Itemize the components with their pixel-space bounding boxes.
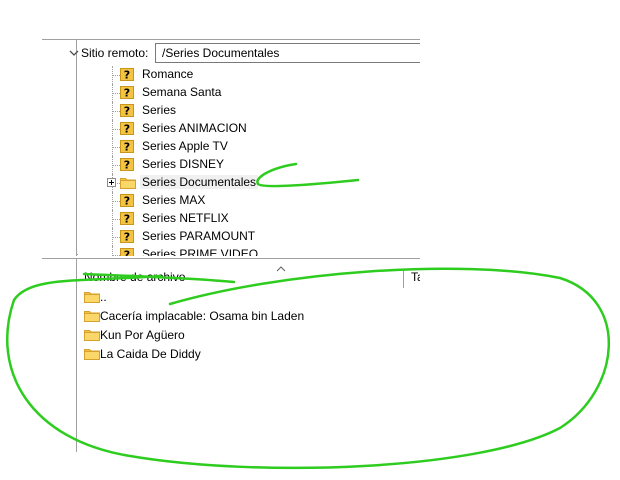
question-folder-icon: ? <box>120 230 134 243</box>
question-folder-icon: ? <box>120 248 134 256</box>
folder-icon <box>84 311 100 322</box>
question-folder-icon: ? <box>120 122 134 135</box>
remote-path-input[interactable]: /Series Documentales <box>155 43 420 63</box>
question-folder-icon: ? <box>120 140 134 153</box>
tree-line <box>112 165 120 166</box>
tree-line <box>112 237 120 238</box>
tree-item[interactable]: ? Semana Santa <box>78 84 420 102</box>
question-folder-icon: ? <box>120 104 134 117</box>
tree-line <box>112 255 120 256</box>
tree-line <box>112 129 120 130</box>
svg-text:?: ? <box>124 123 130 136</box>
file-name: Kun Por Agüero <box>100 328 185 342</box>
tree-item-label: Series <box>142 103 177 117</box>
svg-text:?: ? <box>124 249 130 257</box>
column-header-filename[interactable]: Nombre de archivo <box>84 270 185 284</box>
divider <box>42 39 420 40</box>
folder-icon <box>84 330 100 341</box>
divider <box>42 258 420 259</box>
tree-item[interactable]: Series Documentales <box>78 174 420 192</box>
tree-item-label: Series Documentales <box>140 175 259 189</box>
remote-site-label: Sitio remoto: <box>81 46 149 60</box>
svg-text:?: ? <box>124 231 130 244</box>
divider <box>76 258 77 452</box>
file-name: Cacería implacable: Osama bin Laden <box>100 309 305 323</box>
tree-item-label: Romance <box>142 67 194 81</box>
question-folder-icon: ? <box>120 68 134 81</box>
tree-item[interactable]: ? Series MAX <box>78 192 420 210</box>
tree-line <box>112 201 120 202</box>
folder-icon <box>84 349 100 360</box>
file-row[interactable]: Cacería implacable: Osama bin Laden <box>78 307 420 325</box>
tree-line <box>112 219 120 220</box>
file-list-header: Nombre de archivo Ta <box>78 266 420 288</box>
file-row[interactable]: .. <box>78 288 420 306</box>
tree-item[interactable]: ? Series DISNEY <box>78 156 420 174</box>
tree-item-label: Series NETFLIX <box>142 211 229 225</box>
svg-text:?: ? <box>124 141 130 154</box>
svg-text:?: ? <box>124 105 130 118</box>
remote-directory-tree[interactable]: ? Romance? Semana Santa? Series? Series ANIM… <box>78 64 420 256</box>
question-folder-icon: ? <box>120 158 134 171</box>
tree-line <box>112 111 120 112</box>
file-row[interactable]: Kun Por Agüero <box>78 326 420 344</box>
svg-text:?: ? <box>124 195 130 208</box>
sort-ascending-icon <box>276 266 286 272</box>
question-folder-icon: ? <box>120 194 134 207</box>
tree-line <box>112 93 120 94</box>
remote-file-list[interactable]: Nombre de archivo Ta .. Cacería implacabl… <box>78 262 420 452</box>
expand-toggle-icon[interactable] <box>107 178 116 187</box>
tree-line <box>112 147 120 148</box>
tree-item[interactable]: ? Series NETFLIX <box>78 210 420 228</box>
file-name: La Caida De Diddy <box>100 347 201 361</box>
svg-text:?: ? <box>124 69 130 82</box>
tree-item-label: Series Apple TV <box>142 139 228 153</box>
tree-item-label: Series ANIMACION <box>142 121 247 135</box>
divider <box>76 64 77 256</box>
tree-line <box>112 75 120 76</box>
svg-text:?: ? <box>124 159 130 172</box>
column-divider[interactable] <box>403 270 404 288</box>
tree-item-label: Series PRIME VIDEO <box>142 247 259 256</box>
tree-item[interactable]: ? Series ANIMACION <box>78 120 420 138</box>
tree-item-label: Series PARAMOUNT <box>142 229 256 243</box>
tree-item[interactable]: ? Series PARAMOUNT <box>78 228 420 246</box>
tree-item[interactable]: ? Series PRIME VIDEO <box>78 246 420 256</box>
file-name: .. <box>100 290 107 304</box>
question-folder-icon: ? <box>120 212 134 225</box>
tree-item-label: Series MAX <box>142 193 206 207</box>
question-folder-icon: ? <box>120 86 134 99</box>
tree-item[interactable]: ? Series <box>78 102 420 120</box>
folder-icon <box>84 292 100 303</box>
tree-item[interactable]: ? Series Apple TV <box>78 138 420 156</box>
chevron-down-icon[interactable] <box>66 45 82 63</box>
svg-text:?: ? <box>124 213 130 226</box>
tree-item-label: Series DISNEY <box>142 157 225 171</box>
svg-text:?: ? <box>124 87 130 100</box>
tree-item[interactable]: ? Romance <box>78 66 420 84</box>
remote-site-panel: Sitio remoto: /Series Documentales ? Roma… <box>42 0 420 452</box>
column-header-size[interactable]: Ta <box>411 270 420 284</box>
file-row[interactable]: La Caida De Diddy <box>78 345 420 363</box>
tree-item-label: Semana Santa <box>142 85 222 99</box>
folder-icon <box>120 178 136 189</box>
